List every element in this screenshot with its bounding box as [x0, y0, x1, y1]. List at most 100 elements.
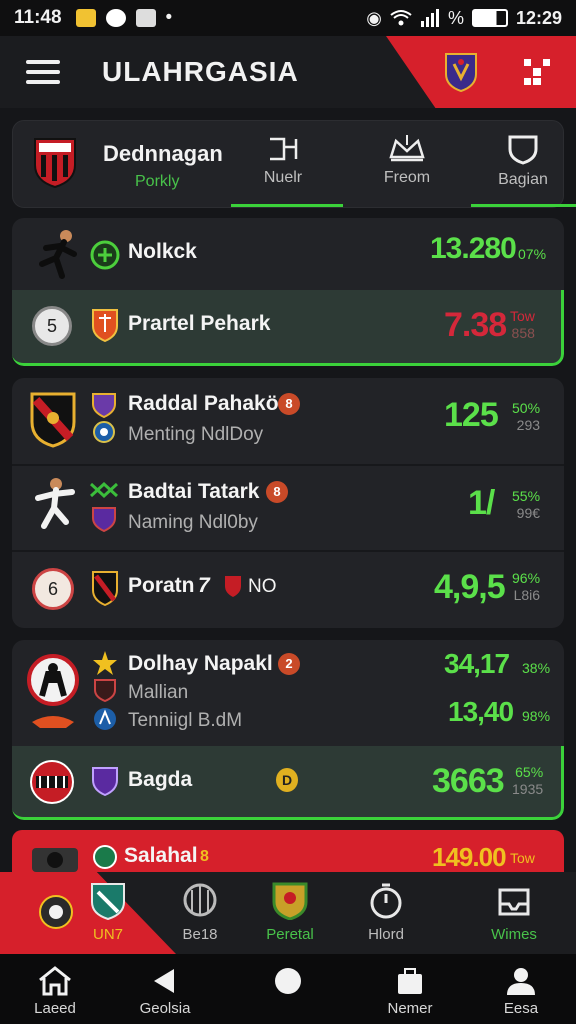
player-badge: 8	[266, 481, 288, 503]
player-name: Salahal	[124, 844, 198, 867]
featured-row[interactable]: Salahal 8 149.00 Tow	[12, 830, 564, 874]
player-number: 7	[198, 574, 210, 597]
player-kicking-icon	[39, 230, 77, 279]
shield-icon	[508, 135, 538, 165]
nav-label: Hlord	[368, 926, 404, 943]
club-badge-icon	[91, 883, 125, 920]
crown-icon	[389, 135, 425, 162]
nav-item-peretal[interactable]: Peretal	[240, 882, 340, 943]
player-running-icon	[35, 478, 75, 529]
inbox-icon	[498, 888, 530, 916]
sys-label: Laeed	[34, 1000, 76, 1017]
player-percent: Tow	[510, 850, 535, 866]
player-badge: 8	[200, 848, 209, 865]
sys-briefcase-button[interactable]: Nemer	[355, 966, 465, 1017]
list-item[interactable]: Nolkck 13.280 07%	[12, 218, 564, 290]
club-crest-icon[interactable]	[444, 52, 478, 92]
circle-notification-icon	[105, 9, 126, 27]
team-crest-icon	[30, 760, 74, 804]
player-name: Dolhay Napakl	[128, 652, 273, 675]
player-score: 4,9,5	[434, 568, 506, 606]
player-score: 3663	[432, 762, 505, 800]
wifi-icon	[390, 10, 412, 26]
app-title: ULAHRGASIA	[102, 56, 299, 87]
percent-bottom: 1935	[512, 781, 544, 797]
team-name: Dednnagan	[103, 141, 223, 166]
percent-top: 50%	[512, 400, 541, 416]
hamburger-menu-icon[interactable]	[26, 60, 60, 84]
club-badge-icon	[92, 507, 116, 532]
player-badge: D	[276, 768, 298, 792]
image-notification-icon	[135, 9, 156, 27]
trophy-shield-icon	[272, 882, 308, 920]
percent-top: 55%	[512, 488, 541, 504]
list-item[interactable]: Dolhay Napakl 2 Mallian Tenniigl B.dM 34…	[12, 640, 564, 746]
player-percent: Tow 858	[510, 308, 535, 342]
sys-center-button[interactable]	[233, 966, 343, 1000]
nav-label: Be18	[182, 926, 218, 943]
player-badge: 2	[278, 653, 300, 675]
sys-label: Geolsia	[139, 1000, 191, 1017]
nav-item-be18[interactable]: Be18	[150, 882, 250, 943]
player-percent: 65% 1935	[512, 764, 543, 798]
club-badge-icon	[92, 571, 118, 606]
match-card-1: Nolkck 13.280 07% 5 Prartel Pehark 7.38 …	[12, 218, 564, 366]
wings-badge-icon	[90, 481, 118, 499]
team-summary-card: Dednnagan Porkly Nuelr Freom Bagian	[12, 120, 576, 208]
percent-bottom: 293	[516, 417, 541, 433]
percent-top: Tow	[510, 308, 535, 324]
player-percent: 96% L8i6	[512, 570, 540, 604]
circle-home-icon	[275, 968, 301, 994]
nav-label: UN7	[92, 926, 123, 943]
signal-icon	[420, 9, 439, 27]
player-club: Menting NdlDoy	[128, 424, 264, 445]
player-name: Poratn	[128, 574, 195, 597]
player-score: 13.280	[430, 232, 517, 265]
nav-item-un7[interactable]: UN7	[58, 882, 158, 943]
player-score: 34,17	[444, 648, 510, 679]
player-percent: 50% 293	[512, 400, 540, 434]
percent-top: 96%	[512, 570, 541, 586]
sys-label: Eesa	[503, 1000, 539, 1017]
club-badge-icon	[92, 393, 116, 418]
player-score: 1/	[468, 484, 495, 522]
player-score: 125	[444, 396, 499, 434]
sys-back-button[interactable]: Geolsia	[110, 966, 220, 1017]
nav-label: Wimes	[491, 926, 537, 943]
nav-item-hlord[interactable]: Hlord	[336, 882, 436, 943]
player-score-secondary: 13,40	[448, 696, 514, 727]
tab-label: Nuelr	[263, 169, 303, 186]
alarm-icon: ◉	[366, 7, 382, 28]
match-card-2: Raddal Pahakö 8 Menting NdlDoy 125 50% 2…	[12, 378, 564, 628]
tab-bagian[interactable]: Bagian	[463, 133, 576, 207]
list-item[interactable]: Badtai Tatark 8 Naming Ndl0by 1/ 55% 99€	[12, 466, 564, 550]
system-navigation: Laeed Geolsia Nemer Eesa	[0, 954, 576, 1024]
tab-freom[interactable]: Freom	[347, 133, 467, 205]
sys-home-button[interactable]: Laeed	[0, 966, 110, 1017]
player-name: Nolkck	[128, 240, 197, 263]
club-badge-icon	[94, 708, 116, 730]
battery-icon	[471, 9, 508, 27]
stopwatch-icon	[370, 883, 402, 919]
player-name: Badtai Tatark	[128, 480, 260, 503]
player-percent: 55% 99€	[512, 488, 540, 522]
player-percent: 07%	[518, 246, 547, 262]
mail-notification-icon	[75, 9, 96, 27]
list-item[interactable]: 6 Poratn 7 NO 4,9,5 96% L8i6	[12, 552, 564, 628]
rank-circle: 5	[32, 306, 72, 346]
player-name: Prartel Pehark	[128, 312, 271, 335]
home-icon	[39, 966, 71, 996]
nav-item-wimes[interactable]: Wimes	[464, 882, 564, 943]
grid-menu-icon[interactable]	[524, 59, 550, 85]
player-percent-secondary: 98%	[522, 708, 551, 724]
list-item-highlighted[interactable]: 5 Prartel Pehark 7.38 Tow 858	[12, 290, 564, 366]
tab-nuelr[interactable]: Nuelr	[223, 133, 343, 207]
list-item-highlighted[interactable]: Bagda D 3663 65% 1935	[12, 746, 564, 820]
signal-percent: %	[447, 7, 464, 28]
sys-profile-button[interactable]: Eesa	[466, 966, 576, 1017]
player-club: Mallian	[128, 682, 189, 703]
club-badge-icon	[90, 240, 120, 270]
star-badge-icon	[93, 651, 117, 675]
camera-icon	[32, 848, 78, 872]
list-item[interactable]: Raddal Pahakö 8 Menting NdlDoy 125 50% 2…	[12, 378, 564, 464]
